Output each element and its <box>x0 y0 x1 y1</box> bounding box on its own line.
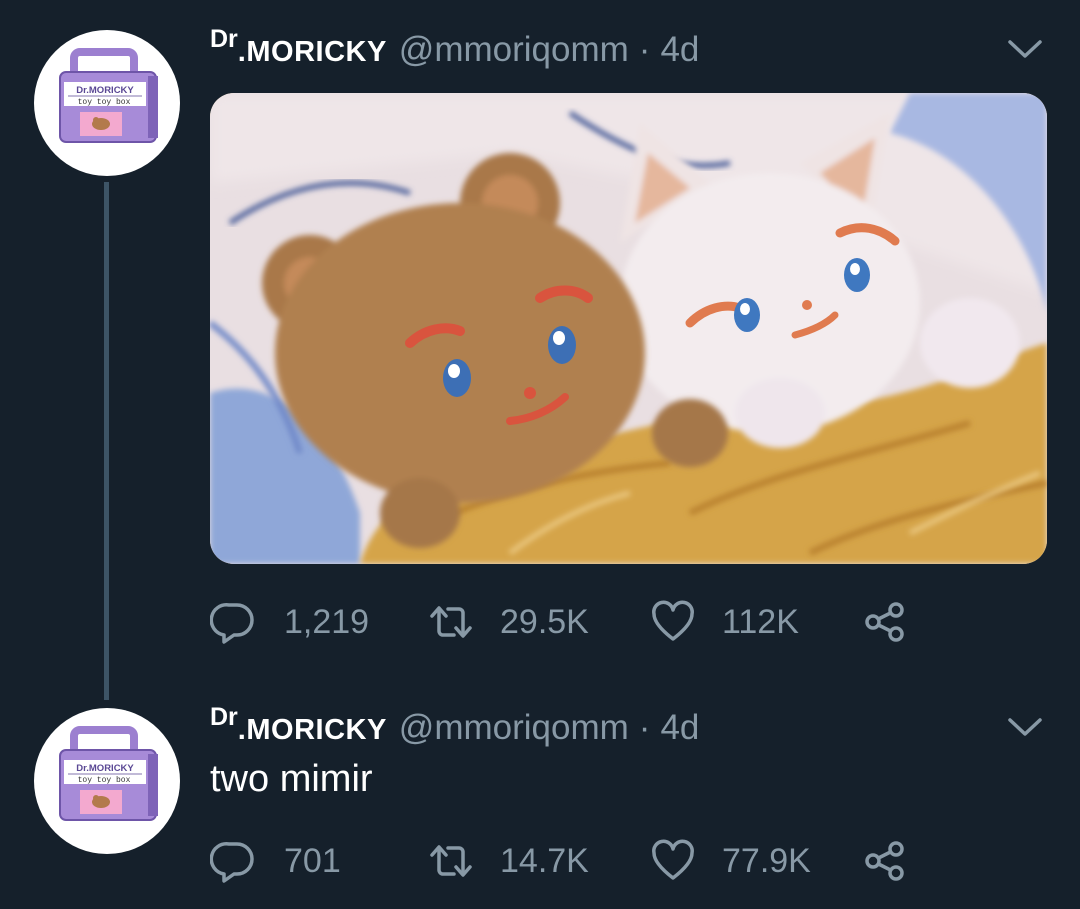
reply-button[interactable]: 701 <box>210 836 341 886</box>
reply-button[interactable]: 1,219 <box>210 597 369 647</box>
author-name[interactable]: .MORICKY <box>238 714 387 747</box>
retweet-button[interactable]: 14.7K <box>428 836 589 886</box>
svg-text:Dr.MORICKY: Dr.MORICKY <box>76 85 134 96</box>
author-name-prefix[interactable]: Dr <box>210 25 238 54</box>
share-icon <box>865 602 904 642</box>
share-icon <box>865 841 904 881</box>
svg-text:toy toy box: toy toy box <box>78 98 131 107</box>
avatar[interactable]: Dr.MORICKY toy toy box <box>34 30 180 176</box>
share-button[interactable] <box>862 597 908 647</box>
tweet-header: Dr .MORICKY @mmoriqomm · 4d <box>210 703 699 752</box>
tweet-timestamp[interactable]: 4d <box>660 708 699 748</box>
tweet-header: Dr .MORICKY @mmoriqomm · 4d <box>210 25 699 74</box>
chevron-down-icon[interactable] <box>1006 714 1044 740</box>
toy-box-logo: Dr.MORICKY toy toy box <box>59 726 158 821</box>
reply-icon <box>210 842 254 883</box>
tweet-photo[interactable] <box>210 93 1047 564</box>
header-separator: · <box>638 708 651 747</box>
tweet-actions: 1,219 29.5K 112K <box>210 597 930 647</box>
like-count: 112K <box>722 602 799 641</box>
like-button[interactable]: 77.9K <box>650 836 811 886</box>
toy-box-logo: Dr.MORICKY toy toy box <box>59 48 158 143</box>
like-count: 77.9K <box>722 841 811 880</box>
retweet-icon <box>430 606 472 638</box>
reply-icon <box>210 603 254 644</box>
avatar[interactable]: Dr.MORICKY toy toy box <box>34 708 180 854</box>
tweet-text: two mimir <box>210 758 373 800</box>
svg-text:toy toy box: toy toy box <box>78 776 131 785</box>
like-button[interactable]: 112K <box>650 597 799 647</box>
header-separator: · <box>638 30 651 69</box>
author-handle[interactable]: @mmoriqomm <box>399 708 629 748</box>
reply-count: 1,219 <box>284 602 370 641</box>
heart-icon <box>652 839 694 880</box>
heart-icon <box>652 600 694 641</box>
tweet-actions: 701 14.7K 77.9K <box>210 836 930 886</box>
author-handle[interactable]: @mmoriqomm <box>399 30 629 70</box>
svg-text:Dr.MORICKY: Dr.MORICKY <box>76 763 134 774</box>
author-name[interactable]: .MORICKY <box>238 36 387 69</box>
author-name-prefix[interactable]: Dr <box>210 703 238 732</box>
chevron-down-icon[interactable] <box>1006 36 1044 62</box>
photo-illustration <box>210 93 1047 564</box>
retweet-count: 14.7K <box>500 841 589 880</box>
retweet-button[interactable]: 29.5K <box>428 597 589 647</box>
share-button[interactable] <box>862 836 908 886</box>
reply-count: 701 <box>284 841 341 880</box>
retweet-icon <box>430 845 472 877</box>
retweet-count: 29.5K <box>500 602 589 641</box>
tweet-timestamp[interactable]: 4d <box>660 30 699 70</box>
tweet[interactable]: Dr.MORICKY toy toy box Dr .MORICKY @mmor… <box>0 0 1080 690</box>
